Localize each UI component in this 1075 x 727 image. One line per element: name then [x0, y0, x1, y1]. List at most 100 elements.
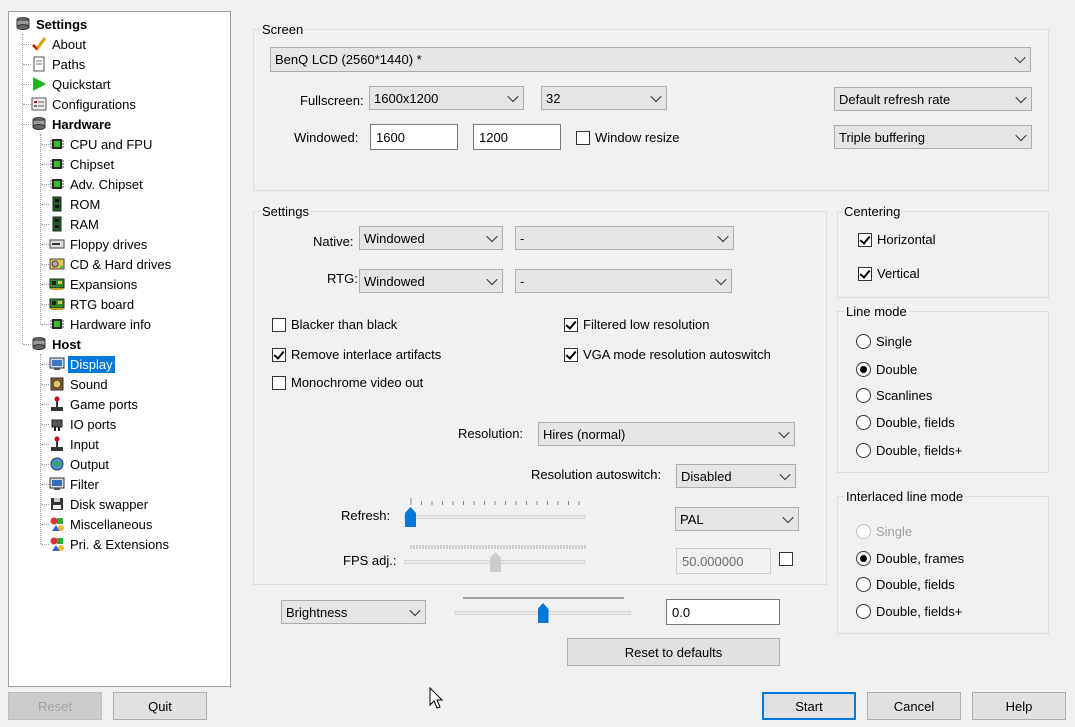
tree-item-paths[interactable]: Paths	[31, 54, 87, 74]
brightness-value-input[interactable]: 0.0	[666, 599, 780, 625]
tree-item-sound[interactable]: Sound	[49, 374, 110, 394]
tree-guide-line	[41, 384, 49, 385]
line-mode-option-scanlines[interactable]: Scanlines	[856, 388, 932, 403]
native-mode-select[interactable]: Windowed	[359, 226, 503, 250]
tree-item-host[interactable]: Host	[31, 334, 83, 354]
buffering-select[interactable]: Triple buffering	[834, 125, 1032, 149]
tree-item-expansions[interactable]: Expansions	[49, 274, 139, 294]
quit-button[interactable]: Quit	[113, 692, 207, 720]
checkbox-box[interactable]	[858, 232, 872, 247]
tree-item-rtg-board[interactable]: RTG board	[49, 294, 136, 314]
fps-enable-checkbox[interactable]	[779, 552, 798, 566]
native-extra-select[interactable]: -	[515, 226, 734, 250]
interlaced-option-double-fields[interactable]: Double, fields+	[856, 604, 962, 619]
tree-item-pri-extensions[interactable]: Pri. & Extensions	[49, 534, 171, 554]
monochrome-checkbox[interactable]: Monochrome video out	[272, 375, 423, 390]
radio-dot[interactable]	[856, 334, 871, 349]
settings-tree[interactable]: Settings About Paths Quickstart Configuratio…	[8, 11, 231, 687]
interlaced-option-double-fields[interactable]: Double, fields	[856, 577, 955, 592]
refresh-mode-select[interactable]: PAL	[675, 507, 799, 531]
line-mode-option-single[interactable]: Single	[856, 334, 912, 349]
tree-item-hardware-info[interactable]: Hardware info	[49, 314, 153, 334]
resolution-autoswitch-select[interactable]: Disabled	[676, 464, 796, 488]
reset-to-defaults-button[interactable]: Reset to defaults	[567, 638, 780, 666]
refresh-slider-track[interactable]	[404, 515, 585, 519]
remove-interlace-checkbox[interactable]: Remove interlace artifacts	[272, 347, 441, 362]
filtered-lowres-checkbox[interactable]: Filtered low resolution	[564, 317, 709, 332]
tree-item-adv-chipset[interactable]: Adv. Chipset	[49, 174, 145, 194]
line-mode-option-double-fields[interactable]: Double, fields+	[856, 443, 962, 458]
tree-item-label: Settings	[36, 16, 88, 32]
tree-item-configurations[interactable]: Configurations	[31, 94, 138, 114]
windowed-width-input[interactable]: 1600	[370, 124, 458, 150]
help-button[interactable]: Help	[972, 692, 1066, 720]
centering-group	[837, 211, 1049, 298]
resolution-select[interactable]: Hires (normal)	[538, 422, 795, 446]
tree-guide-line	[41, 144, 49, 145]
tree-item-ram[interactable]: RAM	[49, 214, 101, 234]
tree-item-settings[interactable]: Settings	[15, 14, 89, 34]
tree-guide-line	[41, 544, 49, 545]
rtg-mode-select[interactable]: Windowed	[359, 269, 503, 293]
checkbox-box[interactable]	[779, 552, 793, 566]
radio-dot[interactable]	[856, 577, 871, 592]
tree-item-floppy-drives[interactable]: Floppy drives	[49, 234, 149, 254]
tree-item-chipset[interactable]: Chipset	[49, 154, 116, 174]
tree-item-hardware[interactable]: Hardware	[31, 114, 113, 134]
vga-autoswitch-checkbox[interactable]: VGA mode resolution autoswitch	[564, 347, 771, 362]
reset-button[interactable]: Reset	[8, 692, 102, 720]
tree-guide-line	[40, 354, 41, 544]
tree-item-io-ports[interactable]: IO ports	[49, 414, 118, 434]
tree-item-filter[interactable]: Filter	[49, 474, 101, 494]
checkbox-box[interactable]	[272, 347, 286, 362]
cancel-button[interactable]: Cancel	[867, 692, 961, 720]
fullscreen-resolution-select[interactable]: 1600x1200	[369, 86, 524, 110]
radio-dot[interactable]	[856, 388, 871, 403]
tree-item-game-ports[interactable]: Game ports	[49, 394, 140, 414]
start-button[interactable]: Start	[762, 692, 856, 720]
tree-item-input[interactable]: Input	[49, 434, 101, 454]
line-mode-option-double-fields[interactable]: Double, fields	[856, 415, 955, 430]
checkbox-box[interactable]	[576, 130, 590, 145]
rtg-extra-select[interactable]: -	[515, 269, 732, 293]
tree-item-miscellaneous[interactable]: Miscellaneous	[49, 514, 154, 534]
fps-value-input[interactable]: 50.000000	[676, 548, 771, 574]
radio-dot[interactable]	[856, 551, 871, 566]
radio-dot[interactable]	[856, 524, 871, 539]
centering-vertical-checkbox[interactable]: Vertical	[858, 266, 920, 281]
tree-item-rom[interactable]: ROM	[49, 194, 102, 214]
radio-dot[interactable]	[856, 443, 871, 458]
fullscreen-depth-select[interactable]: 32	[541, 86, 667, 110]
tree-item-cd-hard-drives[interactable]: CD & Hard drives	[49, 254, 173, 274]
tree-item-cpu-and-fpu[interactable]: CPU and FPU	[49, 134, 154, 154]
mouse-cursor-icon	[429, 687, 444, 709]
disk-icon	[49, 496, 65, 512]
tree-item-disk-swapper[interactable]: Disk swapper	[49, 494, 150, 514]
radio-dot[interactable]	[856, 362, 871, 377]
checkbox-box[interactable]	[564, 347, 578, 362]
brightness-slider-thumb[interactable]	[537, 603, 549, 623]
checkbox-box[interactable]	[272, 375, 286, 390]
tree-item-display[interactable]: Display	[49, 354, 115, 374]
tree-item-about[interactable]: About	[31, 34, 88, 54]
radio-dot[interactable]	[856, 415, 871, 430]
centering-horizontal-checkbox[interactable]: Horizontal	[858, 232, 936, 247]
line-mode-option-double[interactable]: Double	[856, 362, 917, 377]
tree-item-quickstart[interactable]: Quickstart	[31, 74, 113, 94]
radio-dot[interactable]	[856, 604, 871, 619]
monitor-select[interactable]: BenQ LCD (2560*1440) *	[270, 47, 1031, 72]
blacker-than-black-checkbox[interactable]: Blacker than black	[272, 317, 397, 332]
windowed-height-input[interactable]: 1200	[473, 124, 561, 150]
window-resize-checkbox[interactable]: Window resize	[576, 130, 680, 145]
interlaced-option-single[interactable]: Single	[856, 524, 912, 539]
tree-item-label: Game ports	[70, 396, 138, 412]
refresh-rate-select[interactable]: Default refresh rate	[834, 87, 1032, 111]
interlaced-option-double-frames[interactable]: Double, frames	[856, 551, 964, 566]
checkbox-box[interactable]	[564, 317, 578, 332]
checkbox-box[interactable]	[858, 266, 872, 281]
tree-item-output[interactable]: Output	[49, 454, 111, 474]
tree-item-label: Hardware	[52, 116, 112, 132]
checkbox-box[interactable]	[272, 317, 286, 332]
brightness-mode-select[interactable]: Brightness	[281, 600, 426, 624]
tree-item-label: About	[52, 36, 86, 52]
